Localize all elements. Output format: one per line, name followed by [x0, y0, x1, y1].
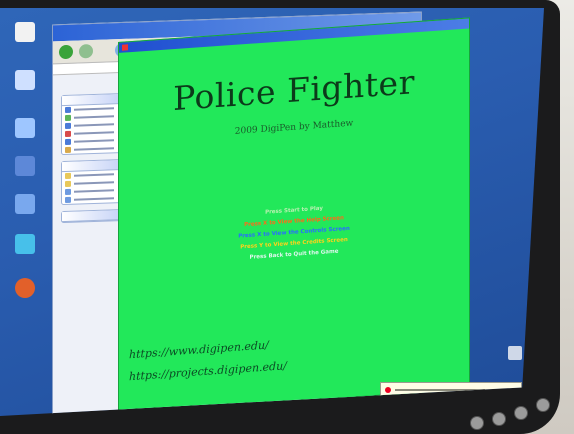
desktop-icon-network[interactable]	[2, 118, 48, 138]
desktop-screen: Police Fighter 2009 DigiPen by Matthew P…	[0, 8, 544, 416]
other-places-panel	[61, 158, 123, 206]
file-tasks-panel	[61, 92, 123, 156]
shortcut-icon	[15, 194, 35, 214]
back-icon[interactable]	[59, 44, 73, 60]
panel-header[interactable]	[62, 210, 122, 223]
monitor-button[interactable]	[514, 406, 528, 420]
desktop-icon-shortcut-b[interactable]	[2, 194, 48, 214]
monitor-button[interactable]	[470, 416, 484, 430]
game-window[interactable]: Police Fighter 2009 DigiPen by Matthew P…	[118, 17, 470, 414]
url-list: https://www.digipen.edu/https://projects…	[129, 333, 287, 388]
desktop-icon-firefox[interactable]	[2, 278, 48, 298]
notification-balloon[interactable]	[380, 382, 522, 416]
desktop-icon-my-documents[interactable]	[2, 22, 48, 42]
task-pane	[61, 92, 123, 229]
desktop-icon-my-computer[interactable]	[2, 70, 48, 90]
monitor-button[interactable]	[492, 412, 506, 426]
power-button[interactable]	[536, 398, 550, 412]
network-icon	[15, 118, 35, 138]
place-link[interactable]	[62, 194, 122, 204]
task-link[interactable]	[62, 144, 122, 154]
instruction-list: Press Start to Play Press X to View the H…	[119, 193, 469, 272]
forward-icon[interactable]	[79, 44, 93, 59]
game-title: Police Fighter	[173, 62, 415, 119]
shortcut-icon	[15, 156, 35, 176]
details-panel	[61, 208, 123, 224]
firefox-icon	[15, 278, 35, 298]
desktop-icon-shortcut-c[interactable]	[2, 234, 48, 254]
recycle-bin-icon[interactable]	[508, 346, 522, 360]
desktop-icon-shortcut-a[interactable]	[2, 156, 48, 176]
monitor-bezel: Police Fighter 2009 DigiPen by Matthew P…	[0, 0, 560, 434]
shortcut-icon	[15, 234, 35, 254]
my-computer-icon	[15, 70, 35, 90]
my-documents-icon	[15, 22, 35, 42]
warning-icon	[385, 387, 391, 393]
app-icon	[122, 44, 128, 51]
